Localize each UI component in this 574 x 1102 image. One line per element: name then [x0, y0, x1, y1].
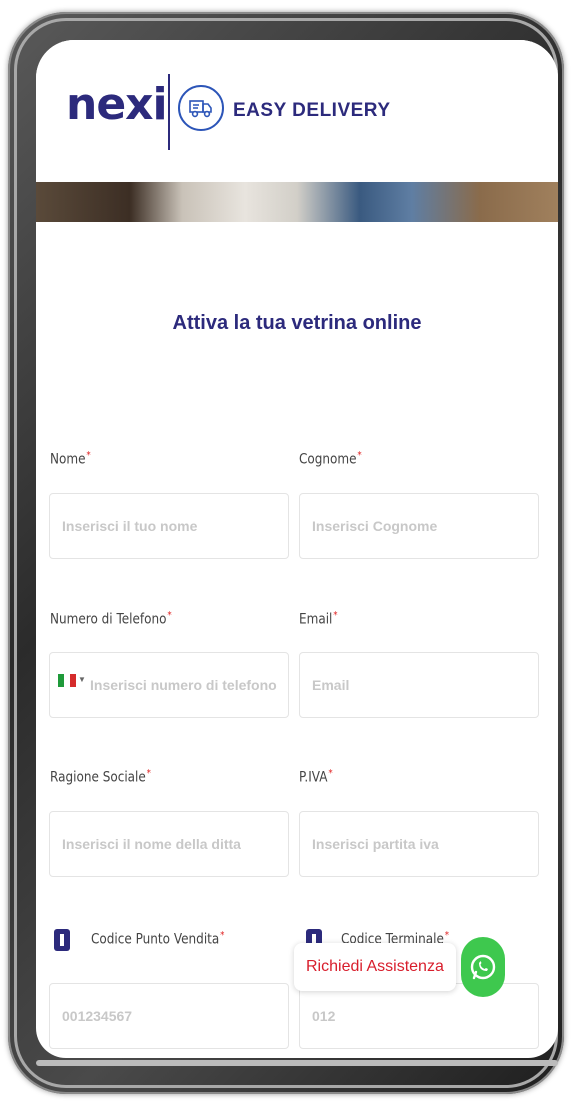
telefono-placeholder: Inserisci numero di telefono	[90, 677, 277, 693]
phone-screen: nexi EASY DELIVERY Attiva la tua vetrina…	[36, 40, 558, 1058]
required-marker: *	[333, 610, 338, 621]
codice-punto-vendita-label: Codice Punto Vendita*	[91, 930, 225, 948]
nome-placeholder: Inserisci il tuo nome	[62, 518, 198, 534]
codice-punto-vendita-placeholder: 001234567	[62, 1008, 133, 1024]
email-label: Email*	[299, 610, 338, 628]
home-indicator	[36, 1060, 558, 1066]
delivery-truck-icon	[178, 85, 224, 131]
codice-terminale-field[interactable]: 012	[299, 983, 539, 1049]
nome-field[interactable]: Inserisci il tuo nome	[49, 493, 289, 559]
required-marker: *	[357, 450, 362, 461]
telefono-field[interactable]: ▼ Inserisci numero di telefono	[49, 652, 289, 718]
required-marker: *	[220, 930, 225, 941]
whatsapp-button[interactable]	[461, 937, 505, 997]
required-marker: *	[86, 450, 91, 461]
ragione-sociale-field[interactable]: Inserisci il nome della ditta	[49, 811, 289, 877]
info-icon[interactable]	[54, 929, 70, 951]
logo-divider	[168, 74, 170, 150]
email-field[interactable]: Email	[299, 652, 539, 718]
cognome-field[interactable]: Inserisci Cognome	[299, 493, 539, 559]
header: nexi EASY DELIVERY	[36, 40, 558, 182]
telefono-label: Numero di Telefono*	[50, 610, 172, 628]
required-marker: *	[146, 768, 151, 779]
ragione-sociale-label: Ragione Sociale*	[50, 768, 151, 786]
required-marker: *	[328, 768, 333, 779]
cognome-placeholder: Inserisci Cognome	[312, 518, 438, 534]
piva-label: P.IVA*	[299, 768, 333, 786]
italy-flag-icon[interactable]	[58, 674, 76, 687]
richiedi-assistenza-button[interactable]: Richiedi Assistenza	[294, 943, 456, 991]
piva-placeholder: Inserisci partita iva	[312, 836, 439, 852]
nexi-logo: nexi	[66, 79, 168, 130]
piva-field[interactable]: Inserisci partita iva	[299, 811, 539, 877]
email-placeholder: Email	[312, 677, 350, 693]
easy-delivery-label: EASY DELIVERY	[233, 100, 391, 121]
required-marker: *	[167, 610, 172, 621]
ragione-sociale-placeholder: Inserisci il nome della ditta	[62, 836, 241, 852]
codice-punto-vendita-field[interactable]: 001234567	[49, 983, 289, 1049]
page-title: Attiva la tua vetrina online	[172, 312, 422, 334]
nome-label: Nome*	[50, 450, 91, 468]
cognome-label: Cognome*	[299, 450, 362, 468]
required-marker: *	[444, 930, 450, 941]
hero-banner-image	[36, 182, 558, 222]
codice-terminale-placeholder: 012	[312, 1008, 336, 1024]
whatsapp-icon	[470, 954, 496, 980]
chevron-down-icon[interactable]: ▼	[78, 675, 86, 684]
